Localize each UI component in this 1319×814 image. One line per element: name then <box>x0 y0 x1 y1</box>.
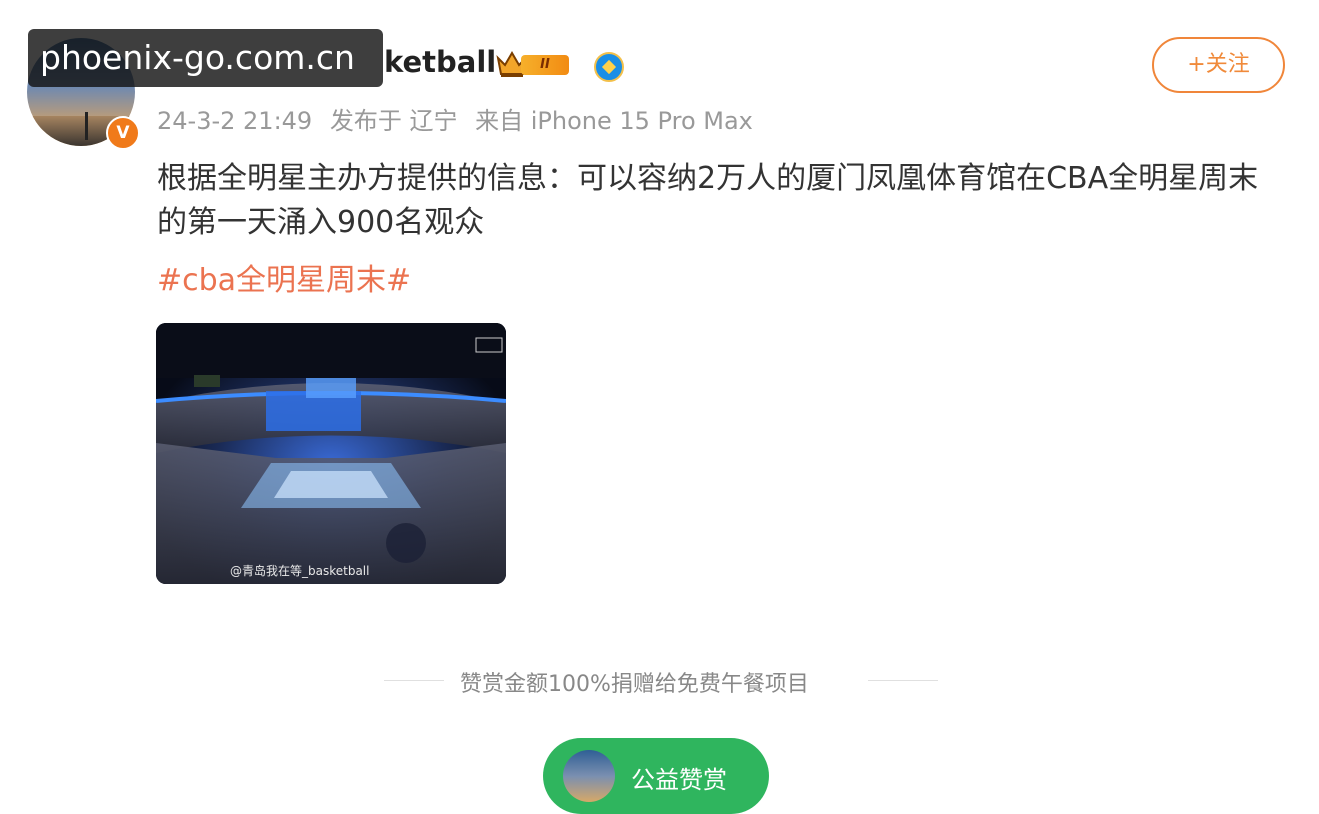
post-time[interactable]: 24-3-2 21:49 <box>157 107 312 135</box>
verified-blue-icon <box>594 52 624 82</box>
post-meta: 24-3-2 21:49 发布于 辽宁 来自 iPhone 15 Pro Max <box>157 101 763 136</box>
verified-v-icon: V <box>106 116 140 150</box>
level-label: II <box>521 55 569 75</box>
image-watermark: @青岛我在等_basketball <box>230 564 370 578</box>
arena-image-graphic <box>156 323 506 584</box>
reward-note: 赞赏金额100%捐赠给免费午餐项目 <box>460 672 809 697</box>
member-level-badge[interactable]: II <box>495 49 577 79</box>
post-body: 根据全明星主办方提供的信息：可以容纳2万人的厦门凤凰体育馆在CBA全明星周末的第… <box>157 161 1259 240</box>
follow-button[interactable]: +关注 <box>1152 37 1285 93</box>
reward-avatar <box>563 750 615 802</box>
charity-reward-button[interactable]: 公益赞赏 <box>543 738 769 814</box>
divider-left <box>384 680 444 681</box>
divider-right <box>868 680 938 681</box>
post-location: 发布于 辽宁 <box>329 107 458 135</box>
author-name[interactable]: ketball <box>384 45 496 79</box>
reward-button-label: 公益赞赏 <box>631 766 727 794</box>
hashtag-link[interactable]: #cba全明星周末# <box>157 255 411 299</box>
avatar-pole <box>85 112 88 140</box>
post-image[interactable] <box>156 323 506 584</box>
post-device: 来自 iPhone 15 Pro Max <box>475 107 753 135</box>
site-watermark: phoenix-go.com.cn <box>28 29 383 87</box>
